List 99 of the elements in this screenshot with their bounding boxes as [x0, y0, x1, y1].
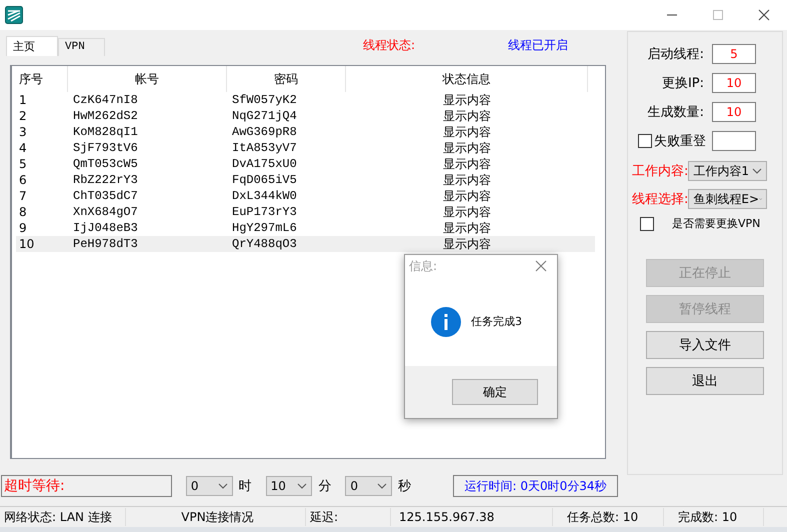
table-cell-text: 显示内容: [442, 188, 492, 204]
status-text: 任务总数: 10: [553, 508, 664, 526]
field-label: 工作内容:: [632, 163, 688, 180]
checkbox-label: 是否需要更换VPN: [672, 216, 760, 231]
field-label: 线程选择:: [632, 191, 688, 208]
unit-label: 时: [238, 478, 252, 495]
table-cell-text: 显示内容: [442, 236, 492, 252]
status-text: 125.155.967.38: [391, 508, 553, 526]
table-cell-text: 7: [18, 188, 28, 204]
input-field[interactable]: [712, 131, 756, 151]
table-row[interactable]: 9 IjJ048eB3 HgY297mL6 显示内容: [16, 220, 595, 236]
table-cell-text: DxL344kW0: [231, 188, 298, 204]
status-text: 网络状态: LAN 连接: [0, 508, 126, 526]
column-header[interactable]: 序号: [16, 66, 68, 92]
thread-status-value: 线程已开启: [508, 37, 568, 54]
unit-label: 秒: [398, 478, 412, 495]
table-row[interactable]: 1 CzK647nI8 SfW057yK2 显示内容: [16, 92, 595, 108]
table-cell-text: EuP173rY3: [231, 204, 298, 220]
checkbox[interactable]: [640, 216, 654, 230]
table-cell-text: KoM828qI1: [72, 124, 139, 140]
table-cell-text: ChT035dC7: [72, 188, 139, 204]
table-cell-text: 显示内容: [442, 140, 492, 156]
table-row[interactable]: 6 RbZ222rY3 FqD065iV5 显示内容: [16, 172, 595, 188]
column-header[interactable]: 帐号: [68, 66, 227, 92]
dropdown[interactable]: 工作内容1: [688, 161, 768, 181]
table-row[interactable]: 2 HwM262dS2 NqG271jQ4 显示内容: [16, 108, 595, 124]
checkbox[interactable]: 失败重登: [638, 132, 706, 150]
table-cell-text: QrY488qO3: [231, 236, 298, 252]
table-row[interactable]: 3 KoM828qI1 AwG369pR8 显示内容: [16, 124, 595, 140]
status-text: 完成数: 10: [664, 508, 764, 526]
table-cell-text: 5: [18, 156, 28, 172]
table-cell-text: SfW057yK2: [231, 92, 298, 108]
table-cell-text: FqD065iV5: [231, 172, 298, 188]
table-cell-text: SjF793tV6: [72, 140, 139, 156]
table-cell-text: DvA175xU0: [231, 156, 298, 172]
table-cell-text: 10: [18, 236, 36, 252]
table-cell-text: 显示内容: [442, 92, 492, 108]
dropdown[interactable]: 鱼刺线程E>: [688, 189, 768, 209]
chevron-down-icon: [297, 483, 308, 489]
table-cell-text: 6: [18, 172, 28, 188]
table-cell-text: ItA853yV7: [231, 140, 298, 156]
button[interactable]: 退出: [646, 367, 764, 395]
dialog-message: 任务完成3: [471, 314, 522, 329]
table-cell-text: 4: [18, 140, 28, 156]
input-field[interactable]: 10: [712, 73, 756, 93]
timeout-label: 超时等待:: [1, 475, 172, 497]
button[interactable]: 导入文件: [646, 331, 764, 359]
status-text: 延迟:: [306, 508, 391, 526]
table-cell-text: 3: [18, 124, 28, 140]
ok-button[interactable]: 确定: [452, 379, 538, 405]
table-cell-text: PeH978dT3: [72, 236, 139, 252]
table-cell-text: 8: [18, 204, 28, 220]
dialog-title: 信息:: [409, 258, 438, 274]
tab[interactable]: VPN: [58, 38, 105, 56]
table-cell-text: IjJ048eB3: [72, 220, 139, 236]
table-row[interactable]: 4 SjF793tV6 ItA853yV7 显示内容: [16, 140, 595, 156]
table-cell-text: 2: [18, 108, 28, 124]
table-cell-text: NqG271jQ4: [231, 108, 298, 124]
table-cell-text: 9: [18, 220, 28, 236]
table-row[interactable]: 5 QmT053cW5 DvA175xU0 显示内容: [16, 156, 595, 172]
table-cell-text: 1: [18, 92, 28, 108]
table-cell-text: HwM262dS2: [72, 108, 139, 124]
table-cell-text: 显示内容: [442, 156, 492, 172]
input-field[interactable]: 10: [712, 102, 756, 122]
thread-status-label: 线程状态:: [363, 37, 416, 54]
field-label: 更换IP:: [662, 75, 704, 92]
table-cell-text: HgY297mL6: [231, 220, 298, 236]
column-header[interactable]: 状态信息: [346, 66, 588, 92]
field-label: 启动线程:: [648, 46, 704, 63]
table-cell-text: 显示内容: [442, 124, 492, 140]
chevron-down-icon: [752, 168, 762, 174]
table-cell-text: 显示内容: [442, 108, 492, 124]
tab[interactable]: 主页: [6, 36, 58, 56]
run-time: 运行时间: 0天0时0分34秒: [453, 475, 618, 497]
close-icon[interactable]: [758, 9, 770, 21]
table-row[interactable]: 8 XnX684gO7 EuP173rY3 显示内容: [16, 204, 595, 220]
input-field[interactable]: 5: [712, 44, 756, 64]
unit-label: 分: [318, 478, 332, 495]
table-cell-text: RbZ222rY3: [72, 172, 139, 188]
table-cell-text: 显示内容: [442, 220, 492, 236]
chevron-down-icon: [218, 483, 228, 489]
table-cell-text: QmT053cW5: [72, 156, 139, 172]
dropdown[interactable]: 10: [266, 476, 312, 496]
close-icon[interactable]: [535, 260, 547, 272]
table-row[interactable]: 7 ChT035dC7 DxL344kW0 显示内容: [16, 188, 595, 204]
chevron-down-icon: [377, 483, 388, 489]
column-header[interactable]: 密码: [227, 66, 346, 92]
info-icon: [431, 306, 461, 336]
table-cell-text: 显示内容: [442, 204, 492, 220]
field-label: 生成数量:: [648, 104, 704, 121]
table-cell-text: CzK647nI8: [72, 92, 139, 108]
table-cell-text: 显示内容: [442, 172, 492, 188]
dropdown[interactable]: 0: [345, 476, 392, 496]
status-text: VPN连接情况: [126, 508, 306, 526]
selected-row[interactable]: 10 PeH978dT3 QrY488qO3 显示内容: [16, 236, 595, 252]
table-cell-text: AwG369pR8: [231, 124, 298, 140]
dropdown[interactable]: 0: [186, 476, 233, 496]
app-icon: [5, 6, 23, 24]
table-cell-text: XnX684gO7: [72, 204, 139, 220]
